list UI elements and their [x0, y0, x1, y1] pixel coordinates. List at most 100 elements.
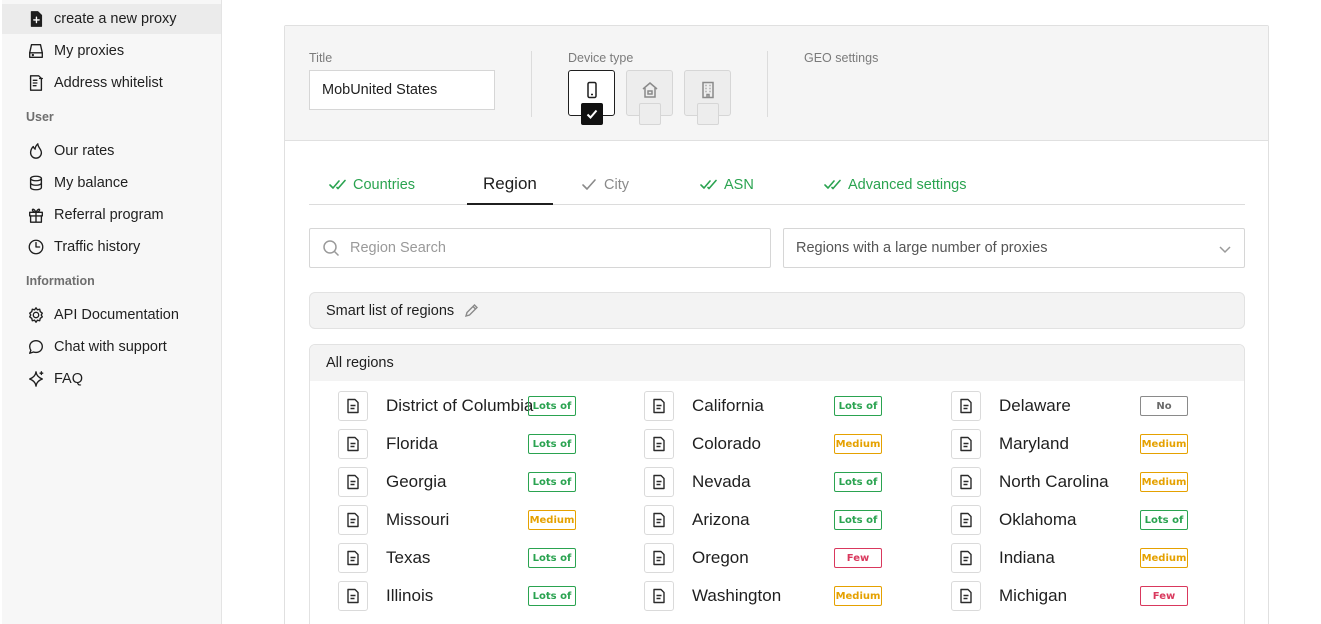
sidebar-item-label: My proxies: [54, 43, 125, 59]
region-name: Michigan: [999, 586, 1068, 605]
document-icon: [951, 581, 981, 611]
region-item[interactable]: Georgia Lots of: [338, 463, 578, 501]
region-search[interactable]: [309, 228, 771, 268]
proxy-availability-badge: Medium: [1140, 548, 1188, 568]
region-item[interactable]: Oregon Few: [644, 539, 884, 577]
double-check-icon: [824, 179, 841, 190]
title-input[interactable]: [309, 70, 495, 110]
sidebar-item-api-documentation[interactable]: API Documentation: [2, 300, 221, 330]
region-item[interactable]: Florida Lots of: [338, 425, 578, 463]
region-name: Maryland: [999, 434, 1069, 453]
region-name: Indiana: [999, 548, 1055, 567]
region-name: California: [692, 396, 764, 415]
section-title-information: Information: [26, 274, 95, 288]
device-building-button[interactable]: [684, 70, 731, 125]
region-item[interactable]: North Carolina Medium: [951, 463, 1190, 501]
device-mobile-checkbox[interactable]: [581, 103, 603, 125]
device-mobile-button[interactable]: [568, 70, 615, 125]
region-item[interactable]: Nevada Lots of: [644, 463, 884, 501]
region-name: Arizona: [692, 510, 750, 529]
sidebar-item-address-whitelist[interactable]: Address whitelist: [2, 68, 221, 98]
tab-label: ASN: [724, 177, 754, 193]
region-item[interactable]: Arizona Lots of: [644, 501, 884, 539]
file-plus-icon: [26, 9, 46, 29]
sidebar-item-faq[interactable]: FAQ: [2, 364, 221, 394]
proxy-availability-badge: Few: [834, 548, 882, 568]
device-home-checkbox[interactable]: [639, 103, 661, 125]
sidebar-item-label: Our rates: [54, 143, 115, 159]
sidebar-item-chat-support[interactable]: Chat with support: [2, 332, 221, 362]
list-icon: [26, 73, 46, 93]
search-icon: [323, 240, 340, 257]
region-filter-value: Regions with a large number of proxies: [796, 240, 1048, 256]
tab-label: Region: [483, 174, 537, 193]
region-filter-select[interactable]: Regions with a large number of proxies: [783, 228, 1245, 268]
document-icon: [338, 391, 368, 421]
all-regions-label: All regions: [326, 355, 394, 371]
region-item[interactable]: Washington Medium: [644, 577, 884, 615]
section-title-user: User: [26, 110, 54, 124]
proxy-availability-badge: No: [1140, 396, 1188, 416]
tab-countries[interactable]: Countries: [329, 165, 415, 205]
region-search-input[interactable]: [350, 240, 750, 256]
device-home-button[interactable]: [626, 70, 673, 125]
pencil-icon[interactable]: [464, 303, 479, 318]
sidebar-item-label: API Documentation: [54, 307, 179, 323]
proxy-availability-badge: Few: [1140, 586, 1188, 606]
region-item[interactable]: District of Columbia Lots of: [338, 387, 578, 425]
sidebar-item-label: My balance: [54, 175, 129, 191]
smart-list-bar[interactable]: Smart list of regions: [309, 292, 1245, 329]
tab-asn[interactable]: ASN: [700, 165, 754, 205]
sparkle-icon: [26, 369, 46, 389]
sidebar-item-label: Address whitelist: [54, 75, 163, 91]
title-label: Title: [309, 51, 333, 65]
document-icon: [338, 581, 368, 611]
region-item[interactable]: Missouri Medium: [338, 501, 578, 539]
document-icon: [951, 543, 981, 573]
double-check-icon: [700, 179, 717, 190]
region-name: Florida: [386, 434, 438, 453]
document-icon: [951, 505, 981, 535]
region-item[interactable]: Illinois Lots of: [338, 577, 578, 615]
sidebar-item-referral-program[interactable]: Referral program: [2, 200, 221, 230]
building-icon: [699, 81, 717, 104]
sidebar-item-create-proxy[interactable]: create a new proxy: [2, 4, 221, 34]
document-icon: [644, 581, 674, 611]
sidebar-item-label: create a new proxy: [54, 11, 177, 27]
proxy-availability-badge: Lots of: [528, 434, 576, 454]
gift-icon: [26, 205, 46, 225]
proxy-availability-badge: Lots of: [834, 396, 882, 416]
proxy-availability-badge: Medium: [834, 434, 882, 454]
region-name: Oklahoma: [999, 510, 1077, 529]
device-type-label: Device type: [568, 51, 634, 65]
region-item[interactable]: Delaware No: [951, 387, 1190, 425]
region-item[interactable]: Texas Lots of: [338, 539, 578, 577]
region-item[interactable]: Indiana Medium: [951, 539, 1190, 577]
proxy-availability-badge: Lots of: [528, 472, 576, 492]
tab-advanced-settings[interactable]: Advanced settings: [824, 165, 967, 205]
sidebar-item-our-rates[interactable]: Our rates: [2, 136, 221, 166]
region-item[interactable]: California Lots of: [644, 387, 884, 425]
region-name: Washington: [692, 586, 782, 605]
region-name: Delaware: [999, 396, 1071, 415]
device-building-checkbox[interactable]: [697, 103, 719, 125]
region-item[interactable]: Maryland Medium: [951, 425, 1190, 463]
region-item[interactable]: Colorado Medium: [644, 425, 884, 463]
document-icon: [644, 543, 674, 573]
chat-icon: [26, 337, 46, 357]
flame-icon: [26, 141, 46, 161]
sidebar-item-traffic-history[interactable]: Traffic history: [2, 232, 221, 262]
all-regions-header: All regions: [310, 345, 1244, 381]
region-name: North Carolina: [999, 472, 1109, 491]
proxy-availability-badge: Medium: [528, 510, 576, 530]
tab-region[interactable]: Region: [467, 165, 553, 205]
tab-city[interactable]: City: [580, 165, 629, 205]
sidebar-item-my-proxies[interactable]: My proxies: [2, 36, 221, 66]
region-item[interactable]: Oklahoma Lots of: [951, 501, 1190, 539]
region-item[interactable]: Michigan Few: [951, 577, 1190, 615]
divider: [767, 51, 768, 117]
sidebar: create a new proxy My proxies Address wh…: [2, 0, 222, 624]
proxy-availability-badge: Lots of: [834, 510, 882, 530]
document-icon: [338, 505, 368, 535]
sidebar-item-my-balance[interactable]: My balance: [2, 168, 221, 198]
